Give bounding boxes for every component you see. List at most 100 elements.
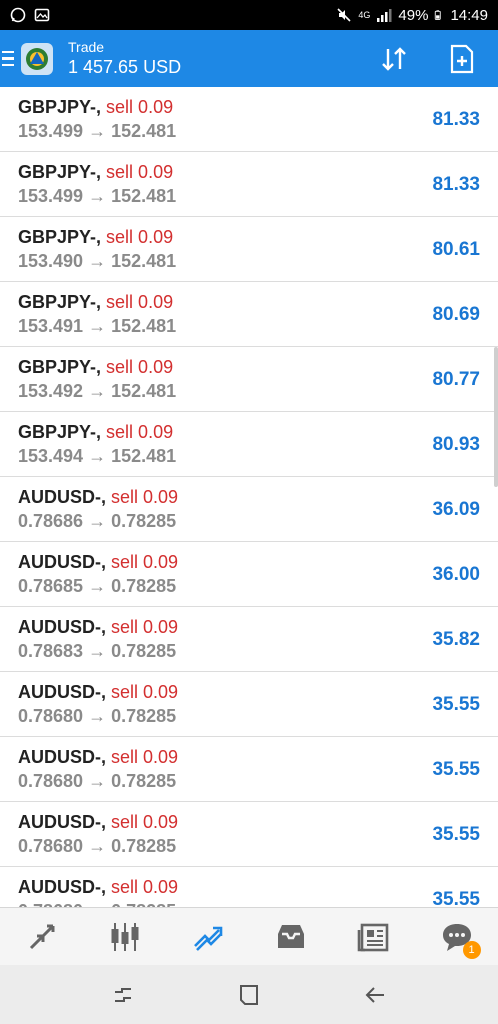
position-symbol: GBPJPY-, xyxy=(18,97,102,117)
position-symbol: GBPJPY-, xyxy=(18,292,102,312)
position-profit: 35.55 xyxy=(432,889,480,907)
position-prices: 153.494 → 152.481 xyxy=(18,446,177,466)
position-title: GBPJPY-, sell 0.09 xyxy=(18,292,173,313)
account-balance: 1 457.65 USD xyxy=(68,57,182,77)
position-profit: 80.69 xyxy=(432,304,480,325)
position-row[interactable]: AUDUSD-, sell 0.09 0.78680 → 0.78285 35.55 xyxy=(0,672,498,737)
history-inbox-icon xyxy=(277,924,304,948)
recents-button[interactable] xyxy=(103,975,143,1015)
nav-chart[interactable] xyxy=(99,911,151,963)
position-profit: 36.00 xyxy=(432,564,480,585)
new-order-button[interactable] xyxy=(446,43,478,75)
page-title: Trade xyxy=(68,39,105,55)
position-row[interactable]: AUDUSD-, sell 0.09 0.78685 → 0.78285 36.00 xyxy=(0,542,498,607)
position-prices: 153.499 → 152.481 xyxy=(18,121,177,141)
position-prices: 153.499 → 152.481 xyxy=(18,186,177,206)
position-row[interactable]: GBPJPY-, sell 0.09 153.499 → 152.481 81.33 xyxy=(0,87,498,152)
position-profit: 35.82 xyxy=(432,629,480,650)
position-title: AUDUSD-, sell 0.09 xyxy=(18,682,178,703)
position-title: GBPJPY-, sell 0.09 xyxy=(18,357,173,378)
position-row[interactable]: GBPJPY-, sell 0.09 153.490 → 152.481 80.61 xyxy=(0,217,498,282)
position-prices: 0.78686 → 0.78285 xyxy=(18,511,177,531)
position-symbol: GBPJPY-, xyxy=(18,162,102,182)
position-prices: 0.78683 → 0.78285 xyxy=(18,641,177,661)
position-title: AUDUSD-, sell 0.09 xyxy=(18,617,178,638)
news-icon xyxy=(357,923,388,951)
candlestick-chart-icon xyxy=(111,922,138,951)
position-prices: 0.78685 → 0.78285 xyxy=(18,576,177,596)
position-row[interactable]: AUDUSD-, sell 0.09 0.78680 → 0.78285 35.55 xyxy=(0,802,498,867)
position-title: GBPJPY-, sell 0.09 xyxy=(18,97,173,118)
network-type: 4G xyxy=(358,10,371,20)
back-button[interactable] xyxy=(355,975,395,1015)
position-type: sell 0.09 xyxy=(106,422,174,442)
position-title: GBPJPY-, sell 0.09 xyxy=(18,422,173,443)
positions-list[interactable]: GBPJPY-, sell 0.09 153.499 → 152.481 81.33… xyxy=(0,87,498,907)
position-prices: 153.492 → 152.481 xyxy=(18,381,177,401)
mute-icon xyxy=(337,8,351,22)
position-title: AUDUSD-, sell 0.09 xyxy=(18,552,178,573)
position-row[interactable]: AUDUSD-, sell 0.090.78680 → 0.7828535.55 xyxy=(0,867,498,907)
app-root: 4G 49% 14:49 Trade 1 457.65 USD GBPJPY-,… xyxy=(0,0,498,1024)
battery-icon xyxy=(435,10,442,20)
bottom-nav: 1 xyxy=(0,907,498,965)
position-symbol: AUDUSD-, xyxy=(18,812,106,832)
position-prices: 153.490 → 152.481 xyxy=(18,251,177,271)
position-symbol: AUDUSD-, xyxy=(18,617,106,637)
position-prices: 0.78680 → 0.78285 xyxy=(18,771,177,791)
sort-button[interactable] xyxy=(378,43,410,75)
sort-arrows-icon xyxy=(382,46,406,71)
menu-icon[interactable] xyxy=(0,30,18,87)
position-symbol: AUDUSD-, xyxy=(18,747,106,767)
position-symbol: AUDUSD-, xyxy=(18,487,106,507)
position-row[interactable]: GBPJPY-, sell 0.09 153.494 → 152.481 80.93 xyxy=(0,412,498,477)
position-type: sell 0.09 xyxy=(106,292,174,312)
nav-chat[interactable]: 1 xyxy=(431,911,483,963)
position-profit: 35.55 xyxy=(432,824,480,845)
clock: 14:49 xyxy=(450,6,488,24)
position-symbol: AUDUSD-, xyxy=(18,552,106,572)
position-prices: 0.78680 → 0.78285 xyxy=(18,706,177,726)
position-row[interactable]: GBPJPY-, sell 0.09 153.499 → 152.481 81.33 xyxy=(0,152,498,217)
position-profit: 36.09 xyxy=(432,499,480,520)
nav-trade[interactable] xyxy=(182,911,234,963)
position-row[interactable]: AUDUSD-, sell 0.09 0.78683 → 0.78285 35.82 xyxy=(0,607,498,672)
position-row[interactable]: AUDUSD-, sell 0.09 0.78686 → 0.78285 36.09 xyxy=(0,477,498,542)
home-button[interactable] xyxy=(229,975,269,1015)
back-icon xyxy=(365,986,384,1003)
position-profit: 35.55 xyxy=(432,694,480,715)
position-profit: 35.55 xyxy=(432,759,480,780)
position-profit: 81.33 xyxy=(432,174,480,195)
signal-icon xyxy=(377,9,392,22)
position-symbol: GBPJPY-, xyxy=(18,227,102,247)
status-bar: 4G 49% 14:49 xyxy=(0,0,498,30)
nav-news[interactable] xyxy=(348,911,400,963)
position-type: sell 0.09 xyxy=(106,162,174,182)
system-nav xyxy=(0,965,498,1024)
nav-quotes[interactable] xyxy=(16,911,68,963)
nav-history[interactable] xyxy=(265,911,317,963)
scroll-indicator[interactable] xyxy=(494,347,498,487)
position-prices: 0.78680 → 0.78285 xyxy=(18,836,177,856)
whatsapp-icon xyxy=(10,7,26,23)
position-title: AUDUSD-, sell 0.09 xyxy=(18,812,178,833)
position-symbol: GBPJPY-, xyxy=(18,422,102,442)
new-document-icon xyxy=(450,44,474,73)
battery-percent: 49% xyxy=(398,6,429,24)
position-symbol: AUDUSD-, xyxy=(18,877,106,897)
position-row[interactable]: GBPJPY-, sell 0.09 153.492 → 152.481 80.77 xyxy=(0,347,498,412)
position-row[interactable]: GBPJPY-, sell 0.09 153.491 → 152.481 80.69 xyxy=(0,282,498,347)
gallery-icon xyxy=(34,8,50,22)
position-type: sell 0.09 xyxy=(111,747,179,767)
position-type: sell 0.09 xyxy=(111,487,179,507)
position-row[interactable]: AUDUSD-, sell 0.09 0.78680 → 0.78285 35.55 xyxy=(0,737,498,802)
position-title: AUDUSD-, sell 0.09 xyxy=(18,747,178,768)
position-title: GBPJPY-, sell 0.09 xyxy=(18,227,173,248)
position-symbol: AUDUSD-, xyxy=(18,682,106,702)
recents-icon xyxy=(115,987,131,1002)
position-profit: 81.33 xyxy=(432,109,480,130)
position-title: AUDUSD-, sell 0.09 xyxy=(18,487,178,508)
home-icon xyxy=(240,984,258,1005)
position-type: sell 0.09 xyxy=(111,617,179,637)
position-prices: 153.491 → 152.481 xyxy=(18,316,177,336)
